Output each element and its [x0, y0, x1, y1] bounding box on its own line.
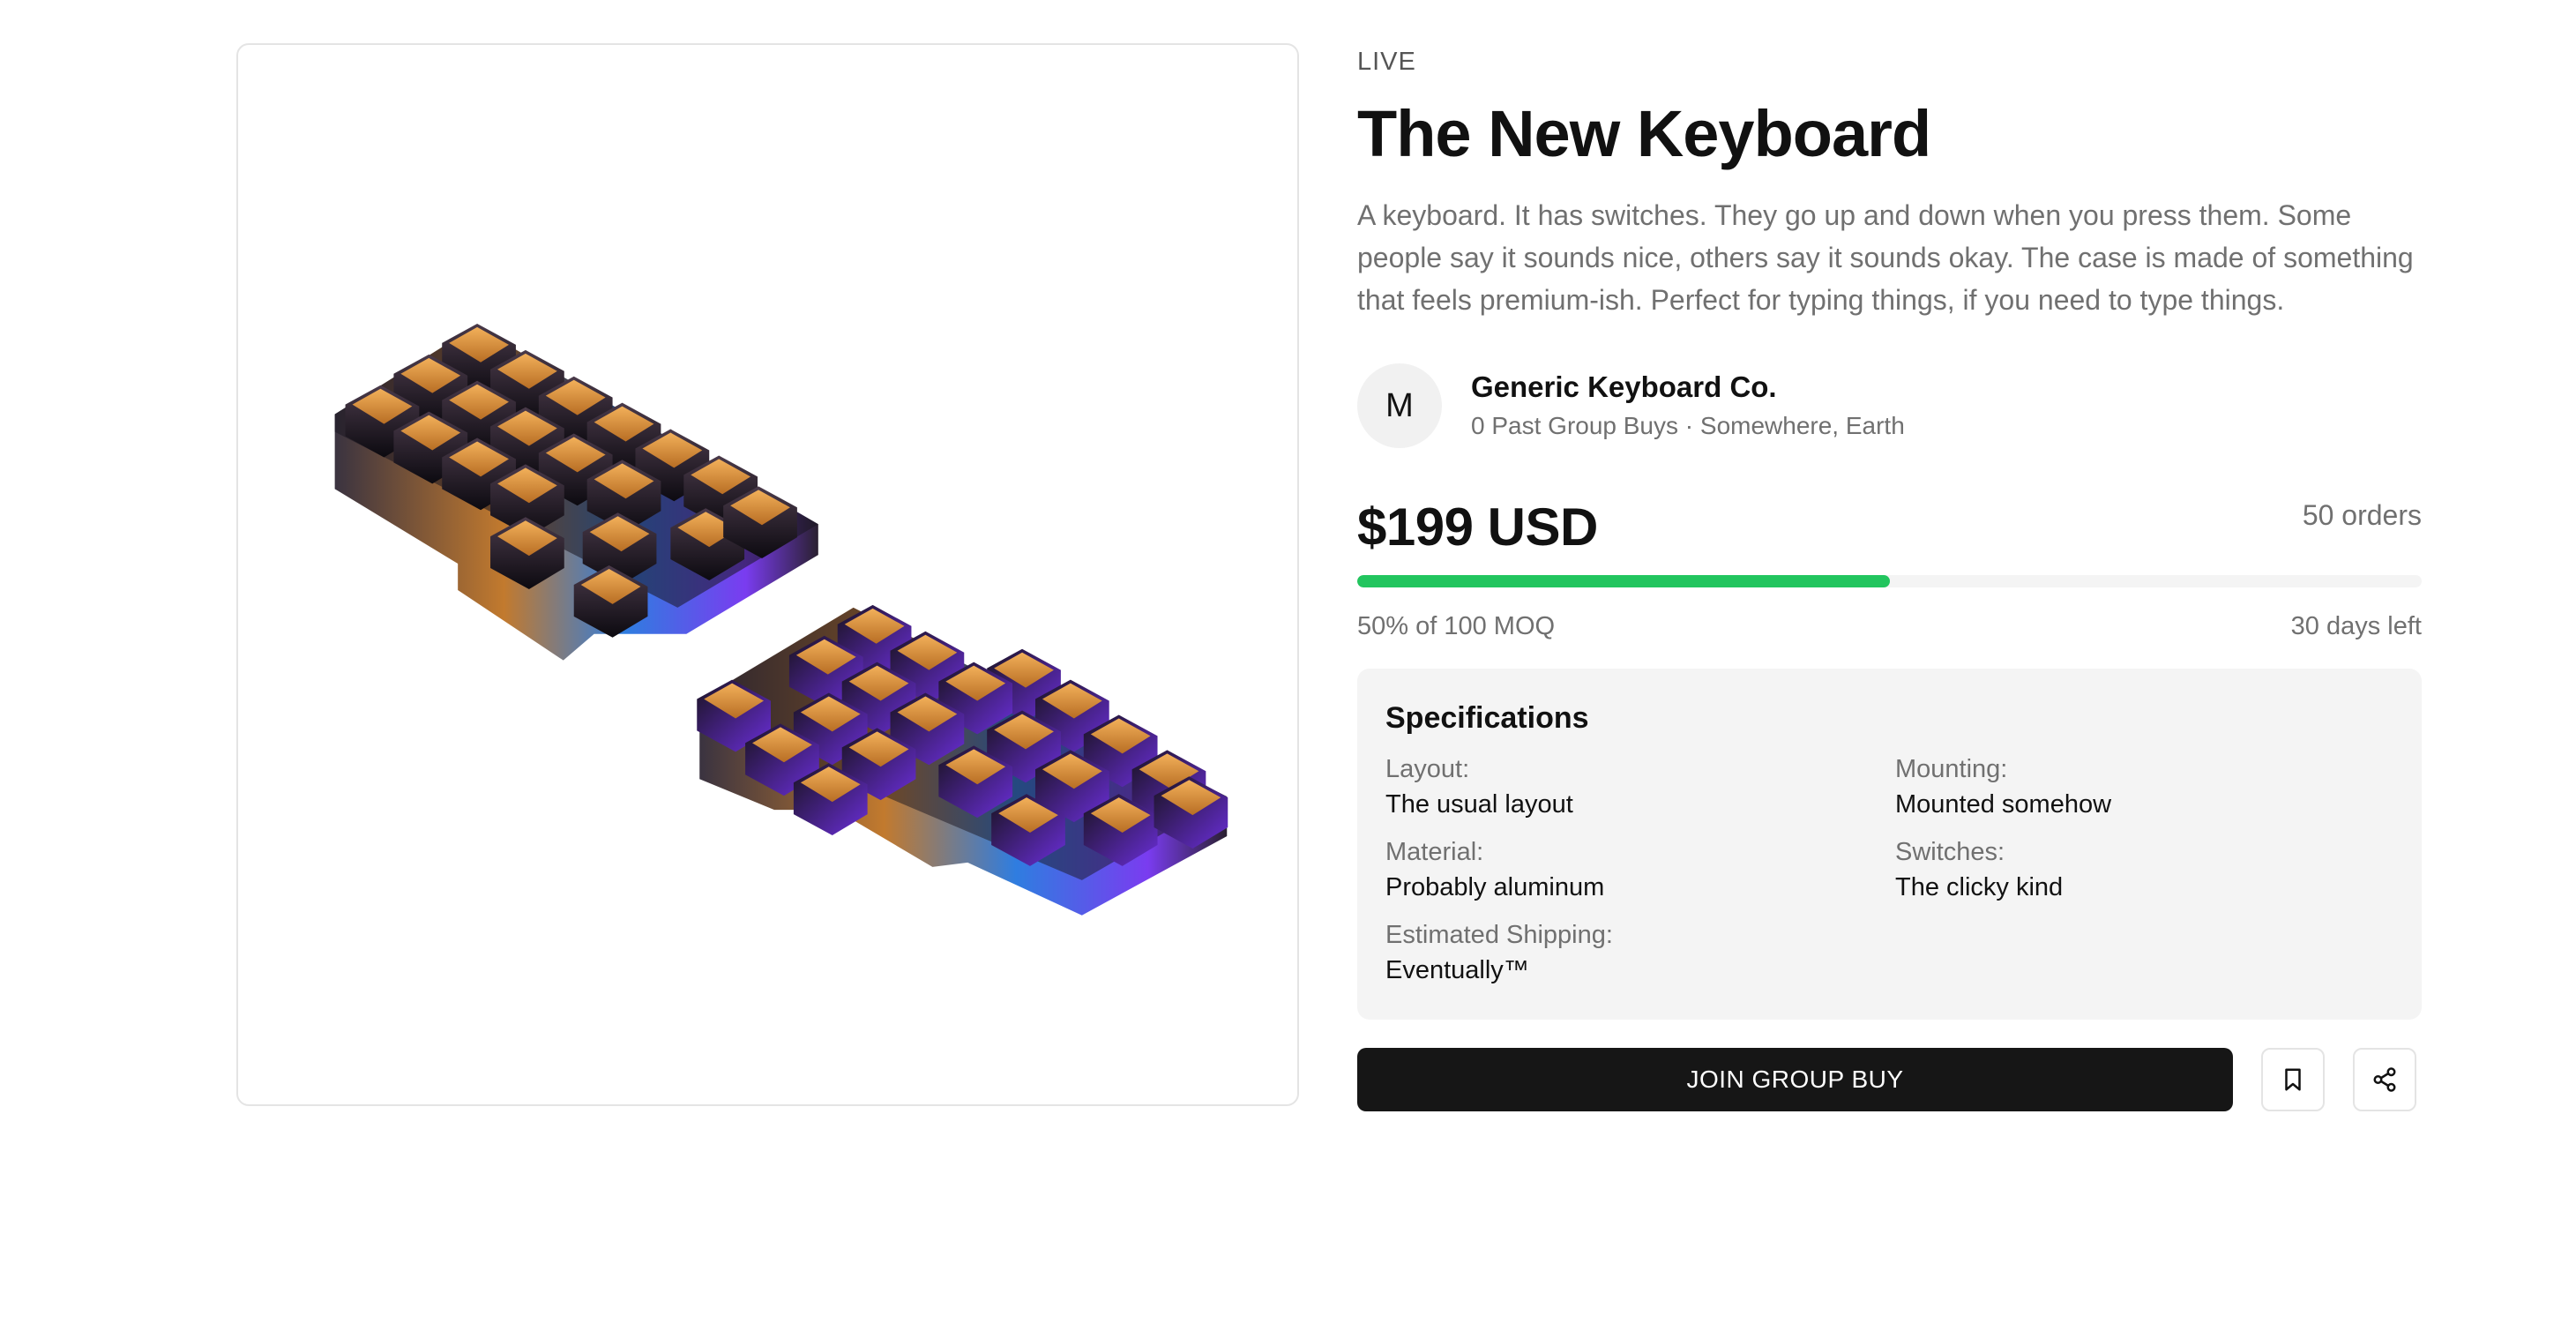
- seller-meta: 0 Past Group Buys · Somewhere, Earth: [1471, 412, 1905, 439]
- time-left: 30 days left: [2290, 612, 2422, 640]
- moq-progress-label: 50% of 100 MOQ: [1357, 612, 1556, 640]
- bookmark-icon: [2285, 1068, 2301, 1091]
- seller-info[interactable]: M Generic Keyboard Co. 0 Past Group Buys…: [1357, 363, 2422, 448]
- specifications-grid: Layout: The usual layout Mounting: Mount…: [1385, 751, 2393, 988]
- orders-count: 50 orders: [2302, 499, 2422, 531]
- product-details: LIVE The New Keyboard A keyboard. It has…: [1357, 44, 2422, 1111]
- status-badge: LIVE: [1357, 48, 1416, 76]
- join-group-buy-button[interactable]: JOIN GROUP BUY: [1357, 1048, 2233, 1111]
- spec-label: Switches:: [1895, 838, 2005, 866]
- spec-value: Mounted somehow: [1895, 790, 2112, 819]
- product-image-card[interactable]: [236, 43, 1299, 1106]
- spec-label: Material:: [1385, 838, 1484, 866]
- spec-material: Material: Probably aluminum: [1385, 834, 1895, 905]
- product-description: A keyboard. It has switches. They go up …: [1357, 199, 2414, 316]
- spec-layout: Layout: The usual layout: [1385, 751, 1895, 822]
- specifications-panel: Specifications Layout: The usual layout …: [1357, 669, 2422, 1020]
- seller-text: Generic Keyboard Co. 0 Past Group Buys ·…: [1471, 368, 1905, 444]
- product-image: [334, 323, 1228, 916]
- spec-switches: Switches: The clicky kind: [1895, 834, 2393, 905]
- spec-mounting: Mounting: Mounted somehow: [1895, 751, 2393, 822]
- moq-progress-bar: [1357, 575, 2422, 587]
- spec-value: The clicky kind: [1895, 873, 2064, 901]
- share-icon: [2373, 1067, 2396, 1092]
- spec-label: Layout:: [1385, 755, 1470, 783]
- price-row: $199 USD 50 orders: [1357, 494, 2422, 561]
- progress-meta: 50% of 100 MOQ 30 days left: [1357, 609, 2422, 644]
- action-row: JOIN GROUP BUY: [1357, 1048, 2422, 1111]
- seller-avatar[interactable]: M: [1357, 363, 1442, 448]
- spec-label: Mounting:: [1895, 755, 2008, 783]
- spec-label: Estimated Shipping:: [1385, 921, 1613, 949]
- specifications-title: Specifications: [1385, 701, 1589, 735]
- spec-shipping: Estimated Shipping: Eventually™: [1385, 917, 1895, 988]
- product-page: LIVE The New Keyboard A keyboard. It has…: [0, 0, 2576, 1331]
- moq-progress-fill: [1357, 575, 1890, 587]
- spec-value: Eventually™: [1385, 956, 1529, 984]
- seller-name[interactable]: Generic Keyboard Co.: [1471, 368, 1905, 407]
- spec-value: The usual layout: [1385, 790, 1573, 819]
- spec-value: Probably aluminum: [1385, 873, 1605, 901]
- share-button[interactable]: [2353, 1048, 2416, 1111]
- price: $199 USD: [1357, 497, 1598, 557]
- product-title: The New Keyboard: [1357, 97, 1931, 170]
- bookmark-button[interactable]: [2261, 1048, 2325, 1111]
